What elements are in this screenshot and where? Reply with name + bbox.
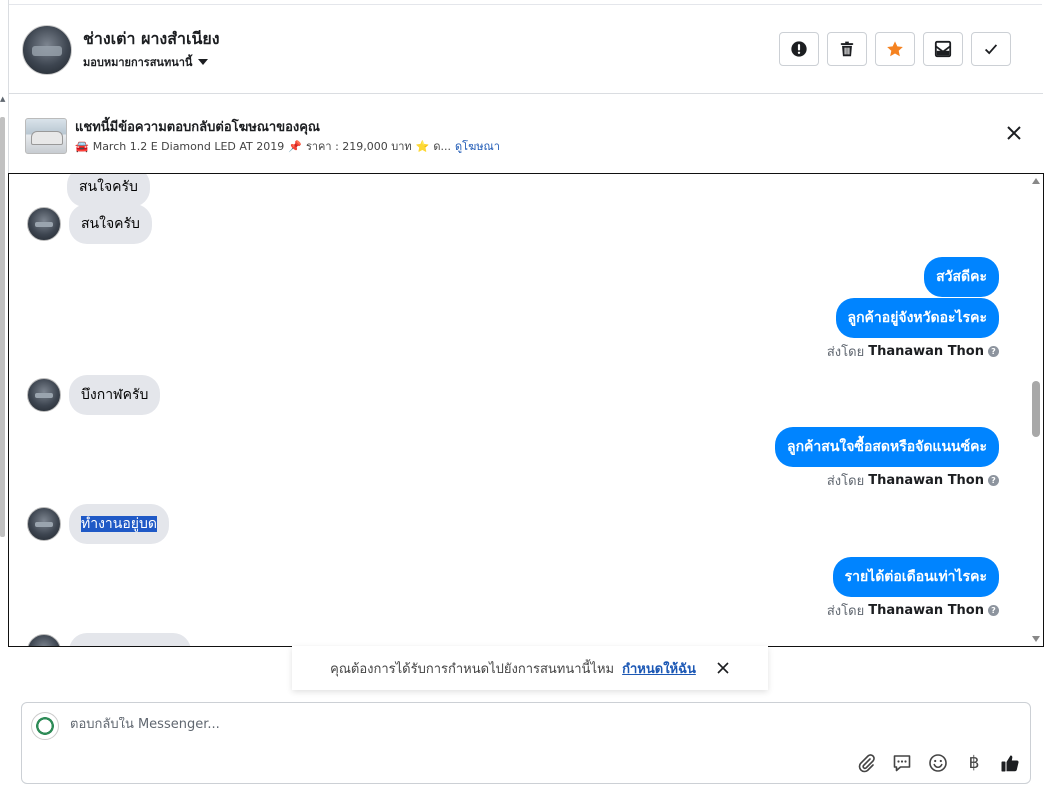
assign-conversation-dropdown[interactable]: มอบหมายการสนทนานี้ (83, 53, 209, 71)
help-icon[interactable]: ? (988, 475, 999, 486)
thread-scrollbar[interactable] (1029, 174, 1043, 646)
message-bubble[interactable]: ทำงานอยู่บด (69, 504, 169, 544)
reply-composer: ฿ (21, 702, 1031, 784)
message-bubble-outgoing[interactable]: ลูกค้าสนใจซื้อสดหรือจัดแนนซ์คะ (775, 427, 999, 467)
sender-avatar[interactable] (27, 507, 61, 541)
assign-notice-text: คุณต้องการได้รับการกำหนดไปยังการสนทนานี้… (330, 661, 615, 677)
assign-to-me-link[interactable]: กำหนดให้ฉัน (622, 658, 696, 679)
message-bubble[interactable] (69, 633, 191, 646)
payment-icon: ฿ (968, 753, 980, 773)
ad-truncated-text: ด... (433, 140, 452, 153)
sent-by-prefix: ส่งโดย (826, 604, 865, 619)
caret-down-icon (198, 59, 209, 65)
delete-button[interactable] (827, 32, 867, 66)
sender-avatar[interactable] (27, 378, 61, 412)
message-bubble-outgoing[interactable]: รายได้ต่อเดือนเท่าไรคะ (832, 557, 999, 597)
ad-detail: 🚘 March 1.2 E Diamond LED AT 2019 📌 ราคา… (75, 137, 500, 155)
ad-price: ราคา : 219,000 บาท (305, 140, 412, 153)
close-icon[interactable] (1005, 124, 1023, 142)
report-spam-button[interactable] (779, 32, 819, 66)
assign-notice: คุณต้องการได้รับการกำหนดไปยังการสนทนานี้… (292, 646, 768, 690)
message-bubble-outgoing[interactable]: ลูกค้าอยู่จังหวัดอะไรคะ (835, 298, 999, 338)
pin-emoji-icon: 📌 (288, 139, 302, 153)
sent-by-label: ส่งโดย Thanawan Thon ? (827, 341, 999, 362)
sent-by-label: ส่งโดย Thanawan Thon ? (827, 470, 999, 491)
selected-text: ทำงานอยู่บด (81, 516, 157, 532)
close-icon[interactable] (716, 661, 730, 675)
message-incoming: บึงกาฬครับ (27, 375, 161, 415)
help-icon[interactable]: ? (988, 605, 999, 616)
saved-reply-icon (893, 755, 911, 772)
check-icon (984, 44, 998, 55)
like-button[interactable] (1000, 753, 1020, 773)
message-bubble-outgoing[interactable]: สวัสดีคะ (924, 257, 999, 297)
scroll-up-arrow-icon[interactable]: ▲ (0, 95, 5, 103)
scroll-down-icon[interactable] (1032, 636, 1040, 642)
sent-by-name: Thanawan Thon (868, 603, 984, 618)
ad-banner-title: แชทนี้มีข้อความตอบกลับต่อโฆษณาของคุณ (75, 120, 320, 135)
thread-scroll-thumb[interactable] (1032, 381, 1040, 437)
star-emoji-icon: ⭐ (415, 139, 430, 153)
assign-label: มอบหมายการสนทนานี้ (83, 56, 193, 69)
page-scroll-thumb[interactable] (0, 117, 5, 537)
help-icon[interactable]: ? (988, 346, 999, 357)
conversation-header: ช่างเต่า ผางสำเนียง มอบหมายการสนทนานี้ (9, 5, 1043, 94)
page-scrollbar[interactable]: ▲ (0, 95, 6, 793)
ad-car-detail: March 1.2 E Diamond LED AT 2019 (92, 139, 285, 153)
message-thread[interactable]: สนใจครับ สนใจครับ สวัสดีคะ ลูกค้าอยู่จัง… (8, 173, 1044, 647)
contact-avatar[interactable] (22, 25, 72, 75)
saved-reply-button[interactable] (892, 753, 912, 773)
emoji-button[interactable] (928, 753, 948, 773)
attach-icon (858, 754, 875, 773)
mark-done-button[interactable] (971, 32, 1011, 66)
reply-input[interactable] (70, 717, 970, 732)
emoji-icon (929, 754, 947, 772)
report-icon (791, 41, 807, 57)
sent-by-label: ส่งโดย Thanawan Thon ? (827, 600, 999, 621)
message-incoming (27, 633, 191, 646)
message-bubble[interactable]: สนใจครับ (69, 204, 152, 244)
composer-tools: ฿ (856, 753, 1020, 773)
payment-button[interactable]: ฿ (964, 753, 984, 773)
ad-reply-banner: แชทนี้มีข้อความตอบกลับต่อโฆษณาของคุณ 🚘 M… (9, 94, 1043, 172)
sent-by-prefix: ส่งโดย (826, 474, 865, 489)
message-incoming: สนใจครับ (27, 204, 152, 244)
contact-name[interactable]: ช่างเต่า ผางสำเนียง (83, 27, 220, 52)
sent-by-prefix: ส่งโดย (826, 345, 865, 360)
message-incoming: สนใจครับ (27, 174, 150, 207)
header-actions (779, 32, 1011, 66)
mark-unread-button[interactable] (923, 32, 963, 66)
view-ad-link[interactable]: ดูโฆษณา (455, 137, 500, 155)
sender-avatar[interactable] (27, 207, 61, 241)
message-incoming: ทำงานอยู่บด (27, 504, 169, 544)
sent-by-name: Thanawan Thon (868, 473, 984, 488)
sent-by-name: Thanawan Thon (868, 344, 984, 359)
ad-thumbnail[interactable] (25, 118, 67, 154)
page-avatar (31, 712, 59, 740)
message-bubble[interactable]: สนใจครับ (67, 174, 150, 207)
sender-avatar[interactable] (27, 634, 61, 646)
trash-icon (840, 41, 854, 57)
mark-unread-icon (934, 40, 952, 58)
like-icon (1001, 755, 1019, 772)
star-icon (887, 41, 903, 57)
attach-button[interactable] (856, 753, 876, 773)
scroll-up-icon[interactable] (1032, 178, 1040, 184)
star-button[interactable] (875, 32, 915, 66)
message-bubble[interactable]: บึงกาฬครับ (69, 375, 161, 415)
car-emoji-icon: 🚘 (75, 139, 89, 153)
